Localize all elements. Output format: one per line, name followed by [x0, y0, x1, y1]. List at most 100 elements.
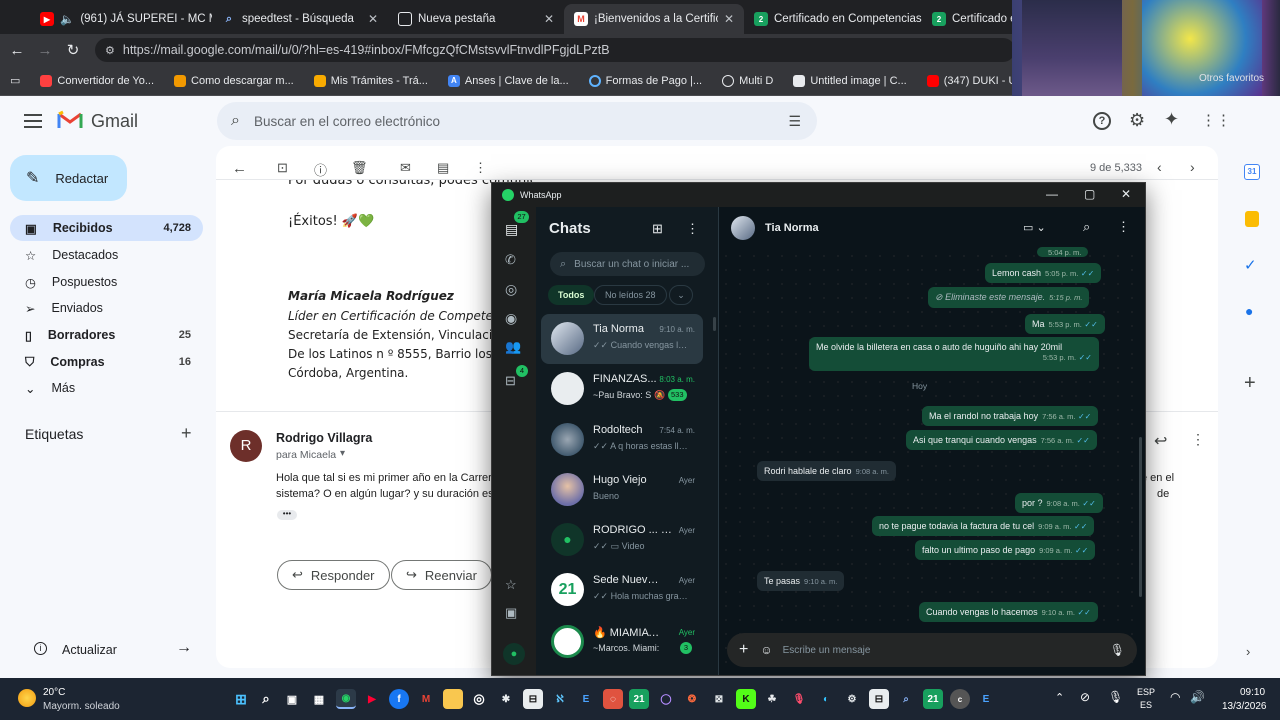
- app-icon[interactable]: ☘: [762, 689, 782, 709]
- add-addon-icon[interactable]: +: [1244, 372, 1256, 395]
- compose-button[interactable]: ✎ Redactar: [10, 155, 127, 201]
- windows-start-icon[interactable]: ⊞: [231, 689, 251, 709]
- tab-gmail[interactable]: M ¡Bienvenidos a la Certificación ✕: [564, 4, 744, 34]
- tab-cert-2[interactable]: 2 Certificado en: [922, 4, 1012, 34]
- update-label[interactable]: Actualizar: [62, 643, 117, 657]
- volume-icon[interactable]: 🔊: [1190, 690, 1205, 704]
- back-arrow-icon[interactable]: ←: [232, 160, 248, 177]
- app-icon[interactable]: ✱: [496, 689, 516, 709]
- attach-plus-icon[interactable]: +: [739, 641, 748, 659]
- contacts-icon[interactable]: ●: [1245, 303, 1253, 319]
- chat-item-tia-norma[interactable]: Tia Norma 9:10 a. m. ✓✓ Cuando vengas lo…: [541, 314, 703, 364]
- minimize-icon[interactable]: —: [1046, 187, 1058, 201]
- contact-avatar[interactable]: [731, 216, 755, 240]
- sidebar-item-inbox[interactable]: ▣ Recibidos 4,728: [10, 215, 203, 241]
- kick-icon[interactable]: K: [736, 689, 756, 709]
- mark-unread-icon[interactable]: ✉: [400, 160, 416, 176]
- channels-icon[interactable]: ◉: [505, 310, 523, 328]
- tab-cert-1[interactable]: 2 Certificado en Competencias ✕: [744, 4, 922, 34]
- weather-sun-icon[interactable]: [18, 689, 36, 707]
- chevron-down-icon[interactable]: ▾: [340, 448, 345, 459]
- sidebar-item-snoozed[interactable]: ◷ Pospuestos: [10, 269, 203, 295]
- move-to-icon[interactable]: ▤: [437, 160, 453, 176]
- sidebar-item-drafts[interactable]: ▯ Borradores 25: [10, 322, 203, 348]
- tasks-icon[interactable]: ✓: [1244, 256, 1257, 274]
- forward-icon[interactable]: →: [31, 36, 59, 64]
- report-spam-icon[interactable]: ⓘ: [314, 160, 330, 178]
- mic-icon[interactable]: 🎙: [1108, 690, 1123, 704]
- tab-search-icon[interactable]: ▭: [0, 74, 30, 87]
- app-icon[interactable]: ℵ: [550, 689, 570, 709]
- keyboard-layout[interactable]: ES: [1140, 700, 1152, 710]
- bookmark-item[interactable]: A Anses | Clave de la...: [438, 74, 579, 87]
- microphone-icon[interactable]: 🎙: [1110, 643, 1125, 657]
- cert-21-icon[interactable]: 21: [629, 689, 649, 709]
- maximize-icon[interactable]: ▢: [1084, 187, 1095, 201]
- recipient-line[interactable]: para Micaela: [276, 449, 336, 461]
- clock-date[interactable]: 13/3/2026: [1222, 701, 1267, 712]
- media-icon[interactable]: ▣: [505, 605, 523, 623]
- older-icon[interactable]: ›: [1190, 159, 1195, 175]
- gemini-sparkle-icon[interactable]: ✦: [1164, 109, 1179, 130]
- archive-icon[interactable]: ⊡: [277, 160, 293, 176]
- widgets-icon[interactable]: ▦: [309, 689, 329, 709]
- search-bar[interactable]: ⌕ Buscar en el correo electrónico ☰: [217, 102, 817, 140]
- weather-desc[interactable]: Mayorm. soleado: [43, 701, 120, 712]
- emoji-icon[interactable]: ☺: [760, 643, 772, 657]
- cert-21-icon[interactable]: 21: [923, 689, 943, 709]
- app-icon[interactable]: E: [976, 689, 996, 709]
- whatsapp-taskbar-icon[interactable]: ◉: [336, 689, 356, 709]
- delete-icon[interactable]: 🗑: [351, 160, 368, 176]
- chat-item-rodrigo[interactable]: ● RODRIGO ... (Tú) Ayer ✓✓ ▭ Video: [541, 515, 703, 565]
- task-view-icon[interactable]: ▣: [282, 689, 302, 709]
- tab-newtab[interactable]: Nueva pestaña ✕: [388, 4, 564, 34]
- filter-unread[interactable]: No leídos 28: [594, 285, 667, 305]
- tray-expand-icon[interactable]: ⌃: [1055, 691, 1064, 704]
- chatlist-scrollbar[interactable]: [713, 317, 716, 331]
- starred-messages-icon[interactable]: ☆: [505, 577, 523, 595]
- conversation-scrollbar[interactable]: [1139, 437, 1142, 597]
- expand-panel-icon[interactable]: ›: [1246, 644, 1250, 659]
- weather-temp[interactable]: 20°C: [43, 687, 65, 698]
- sender-name[interactable]: Rodrigo Villagra: [276, 431, 372, 445]
- arrow-right-icon[interactable]: →: [176, 639, 192, 657]
- search-icon[interactable]: ⌕: [231, 112, 240, 130]
- help-icon[interactable]: ?: [1093, 112, 1111, 130]
- message-input[interactable]: Escribe un mensaje: [783, 645, 871, 656]
- forward-button[interactable]: ↪ Reenviar: [391, 560, 492, 590]
- search-icon[interactable]: ⌕: [256, 689, 276, 709]
- wifi-icon[interactable]: ◠: [1170, 690, 1180, 704]
- search-icon[interactable]: ⌕: [1083, 219, 1090, 235]
- app-icon[interactable]: E: [576, 689, 596, 709]
- more-vert-icon[interactable]: ⋮: [1117, 219, 1130, 235]
- site-info-icon[interactable]: ⚙: [105, 44, 115, 57]
- gmail-logo-icon[interactable]: [57, 110, 83, 130]
- apps-grid-icon[interactable]: ⋮⋮: [1201, 111, 1231, 129]
- reply-icon[interactable]: ↩: [1154, 431, 1167, 451]
- app-icon[interactable]: ⚙: [842, 689, 862, 709]
- sidebar-item-starred[interactable]: ☆ Destacados: [10, 242, 203, 268]
- newer-icon[interactable]: ‹: [1157, 159, 1162, 175]
- communities-icon[interactable]: 👥: [505, 339, 523, 357]
- url-bar[interactable]: ⚙ https://mail.google.com/mail/u/0/?hl=e…: [95, 38, 1015, 62]
- chat-item-miamiave[interactable]: 🔥 MIAMIAVE... Ayer ~Marcos. Miami: 3: [541, 617, 703, 667]
- gmail-taskbar-icon[interactable]: M: [416, 689, 436, 709]
- keep-icon[interactable]: [1245, 211, 1259, 227]
- youtube-taskbar-icon[interactable]: ▶: [362, 689, 382, 709]
- bookmark-item[interactable]: Untitled image | C...: [783, 74, 916, 87]
- filter-more-icon[interactable]: ⌄: [669, 285, 693, 305]
- filter-all[interactable]: Todos: [548, 285, 595, 305]
- search-options-icon[interactable]: ☰: [788, 113, 801, 130]
- chat-item-rodoltech[interactable]: Rodoltech 7:54 a. m. ✓✓ A q horas estas …: [541, 415, 703, 465]
- edge-icon[interactable]: ◐: [816, 689, 836, 709]
- app-icon[interactable]: ◌: [603, 689, 623, 709]
- sidebar-item-purchases[interactable]: ⛉ Compras 16: [10, 349, 203, 375]
- app-icon[interactable]: ❂: [682, 689, 702, 709]
- reload-icon[interactable]: ↻: [59, 36, 87, 64]
- settings-gear-icon[interactable]: ⚙: [1129, 110, 1145, 131]
- chat-search-input[interactable]: ⌕ Buscar un chat o iniciar ...: [550, 252, 705, 276]
- facebook-taskbar-icon[interactable]: f: [389, 689, 409, 709]
- bookmark-item[interactable]: Formas de Pago |...: [579, 74, 712, 87]
- new-chat-icon[interactable]: ⊞: [652, 221, 663, 237]
- main-menu-icon[interactable]: [24, 114, 42, 128]
